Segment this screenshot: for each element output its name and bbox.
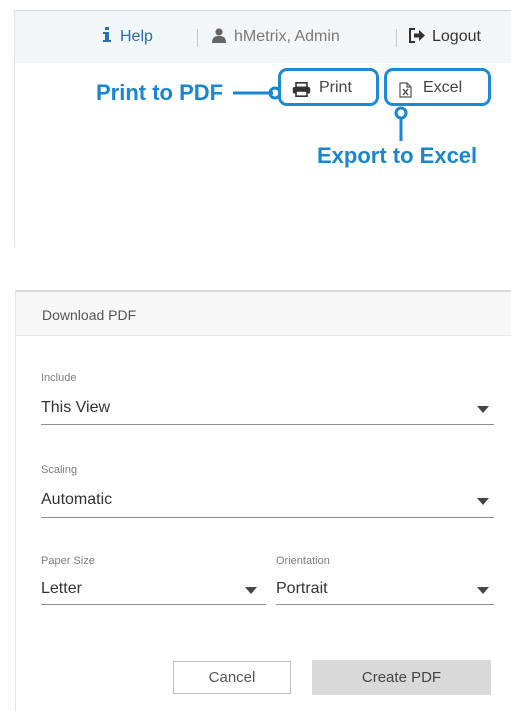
chevron-down-icon (477, 406, 489, 413)
logout-label: Logout (432, 28, 481, 45)
user-icon (212, 28, 226, 43)
help-link[interactable]: Help (102, 27, 153, 47)
logout-link[interactable]: Logout (409, 27, 481, 47)
excel-label: Excel (423, 79, 463, 96)
cancel-button[interactable]: Cancel (173, 661, 291, 694)
chevron-down-icon (477, 498, 489, 505)
chevron-down-icon (477, 587, 489, 594)
header-separator (396, 29, 397, 47)
dialog-header: Download PDF (16, 292, 511, 336)
excel-callout-connector (394, 106, 408, 141)
scaling-underline (41, 517, 494, 518)
scaling-value: Automatic (41, 491, 113, 508)
user-menu[interactable]: hMetrix, Admin (212, 27, 340, 47)
user-name: hMetrix, Admin (234, 28, 340, 45)
info-icon (103, 27, 111, 42)
orientation-value: Portrait (276, 580, 328, 597)
print-label: Print (319, 79, 352, 96)
header-separator (197, 29, 198, 47)
print-callout-connector (233, 86, 281, 100)
orientation-label: Orientation (276, 555, 330, 567)
help-label: Help (120, 28, 153, 45)
app-header-panel: Help hMetrix, Admin Logout Print to PDF … (14, 0, 511, 247)
chevron-down-icon (245, 587, 257, 594)
include-underline (41, 424, 494, 425)
paper-size-underline (41, 604, 266, 605)
print-button[interactable]: Print (278, 68, 379, 106)
include-label: Include (41, 372, 77, 384)
create-pdf-button[interactable]: Create PDF (312, 660, 491, 695)
printer-icon (292, 82, 311, 97)
export-to-excel-callout: Export to Excel (317, 143, 478, 168)
dialog-title: Download PDF (42, 307, 137, 323)
paper-size-value: Letter (41, 580, 82, 597)
download-pdf-dialog: Download PDF Include This View Scaling A… (15, 290, 511, 711)
logout-icon (409, 28, 425, 43)
include-value: This View (41, 399, 111, 416)
excel-button[interactable]: Excel (384, 68, 491, 106)
print-to-pdf-callout: Print to PDF (96, 80, 224, 105)
scaling-label: Scaling (41, 464, 78, 476)
orientation-underline (276, 604, 494, 605)
paper-size-label: Paper Size (41, 555, 95, 567)
dialog-left-border (15, 290, 16, 711)
excel-file-icon (399, 82, 412, 98)
